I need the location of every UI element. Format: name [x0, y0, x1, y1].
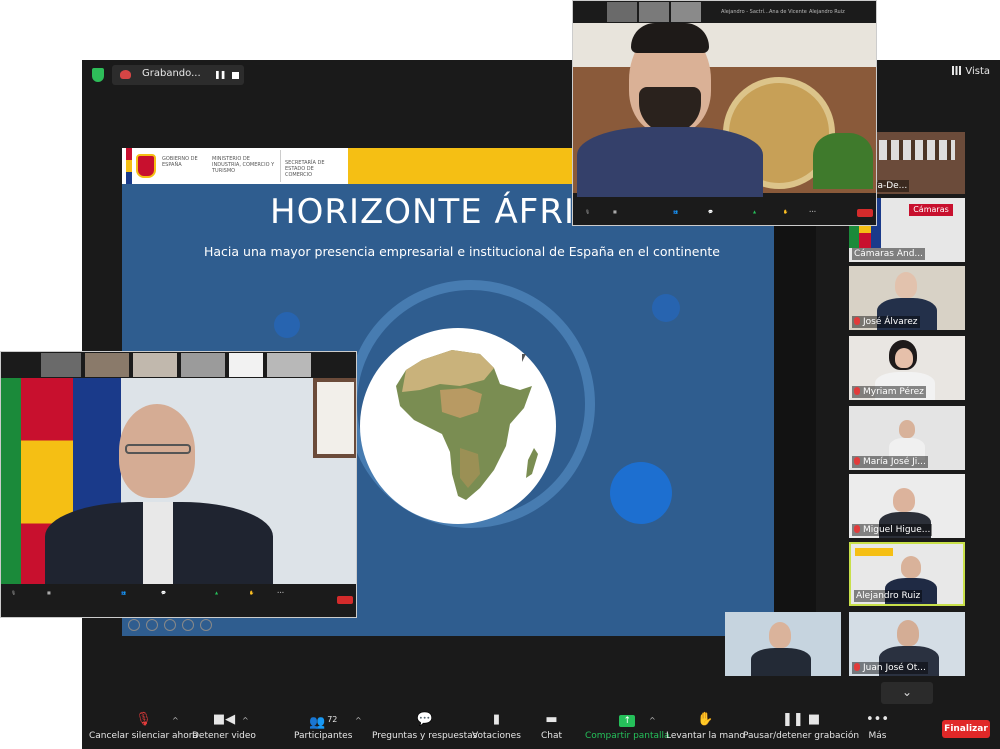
chat-icon: ▬ — [545, 712, 558, 727]
secretariat-label: SECRETARÍA DE ESTADO DE COMERCIO — [280, 150, 344, 182]
overlay-end-button[interactable] — [857, 209, 873, 217]
participant-name: Miguel Higue... — [852, 524, 933, 536]
mic-muted-icon — [854, 387, 860, 395]
gallery-tile[interactable]: María José Ji... — [849, 406, 965, 470]
polls-button[interactable]: ▮ Votaciones — [472, 712, 521, 741]
mic-muted-icon — [854, 663, 860, 671]
participant-name: Myriam Pérez — [852, 386, 926, 398]
gallery-tile[interactable]: Myriam Pérez — [849, 336, 965, 400]
spain-flag-strip — [126, 148, 132, 184]
participant-name: Juan José Ot... — [852, 662, 928, 674]
qa-button[interactable]: 💬 Preguntas y respuestas — [372, 712, 477, 741]
unmute-button[interactable]: 🎙 Cancelar silenciar ahora — [89, 712, 198, 741]
view-button[interactable]: Vista — [952, 66, 990, 77]
gallery-tile[interactable]: José Álvarez — [849, 266, 965, 330]
participant-name: María José Ji... — [852, 456, 928, 468]
mouse-pointer-icon — [522, 354, 530, 362]
meeting-toolbar: 🎙 Cancelar silenciar ahora ^ ■◀ Detener … — [82, 708, 1000, 749]
gallery-tile[interactable]: Juan José Ot... — [849, 612, 965, 676]
grid-view-icon — [952, 66, 962, 75]
mic-muted-icon — [854, 317, 860, 325]
mic-muted-icon: 🎙 — [135, 712, 152, 727]
gallery-tile[interactable] — [725, 612, 841, 676]
gov-label: GOBIERNO DE ESPAÑA — [162, 156, 198, 168]
screenshot-collage: Grabando... ❚❚ Vista GOBIERNO DE ESPAÑA … — [0, 0, 1000, 749]
audio-options-chevron-icon[interactable]: ^ — [172, 716, 179, 725]
cloud-record-icon — [120, 70, 131, 79]
end-meeting-button[interactable]: Finalizar — [942, 720, 990, 738]
presentation-controls — [128, 619, 224, 633]
raise-hand-icon: ✋ — [697, 712, 714, 727]
participants-options-chevron-icon[interactable]: ^ — [355, 716, 362, 725]
mic-muted-icon — [854, 525, 860, 533]
gallery-tile[interactable]: Miguel Higue... — [849, 474, 965, 538]
overlay-toolbar: 🎙 ■ 👥 💬 ▲ ✋ ••• — [1, 584, 356, 617]
pause-stop-icon: ❚❚ ■ — [781, 712, 821, 727]
overlay-thumb-strip — [1, 352, 356, 378]
share-screen-button[interactable]: ↑ Compartir pantalla — [585, 712, 670, 741]
share-options-chevron-icon[interactable]: ^ — [649, 716, 656, 725]
speaker-video — [573, 23, 876, 197]
stop-recording-icon[interactable] — [232, 72, 239, 79]
more-button[interactable]: ••• Más — [866, 712, 889, 741]
security-shield-icon[interactable] — [92, 68, 104, 82]
qa-bubbles-icon: 💬 — [416, 712, 433, 727]
more-dots-icon: ••• — [866, 712, 890, 727]
pause-recording-icon[interactable]: ❚❚ — [214, 70, 226, 79]
decor-dot — [274, 312, 300, 338]
overlay-speaker-window: Alejandro - Sactrí... Ana de Vicente Ale… — [572, 0, 877, 226]
decor-dot — [610, 462, 672, 524]
participant-name: Alejandro Ruiz — [854, 590, 923, 602]
participant-name: Cámaras And... — [852, 248, 926, 260]
participants-button[interactable]: 👥 72 Participantes — [294, 712, 352, 741]
gallery-scroll-down-button[interactable]: ⌄ — [881, 682, 933, 704]
polls-bar-icon: ▮ — [492, 712, 501, 727]
government-logo-block: GOBIERNO DE ESPAÑA MINISTERIO DE INDUSTR… — [122, 148, 348, 184]
video-options-chevron-icon[interactable]: ^ — [242, 716, 249, 725]
recording-indicator: Grabando... ❚❚ — [112, 65, 244, 85]
pause-stop-recording-button[interactable]: ❚❚ ■ Pausar/detener grabación — [743, 712, 859, 741]
overlay-speaker-window-2: 🎙 ■ 👥 💬 ▲ ✋ ••• — [0, 351, 357, 618]
recording-label: Grabando... — [142, 68, 201, 79]
chat-button[interactable]: ▬ Chat — [541, 712, 562, 741]
slide-subtitle: Hacia una mayor presencia empresarial e … — [204, 244, 720, 259]
share-screen-icon: ↑ — [619, 715, 636, 727]
ministry-label: MINISTERIO DE INDUSTRIA, COMERCIO Y TURI… — [212, 156, 275, 174]
slide-title: HORIZONTE ÁFRI — [270, 192, 575, 232]
overlay-end-button[interactable] — [337, 596, 353, 604]
gallery-tile-active-speaker[interactable]: Alejandro Ruiz — [849, 542, 965, 606]
chevron-down-icon: ⌄ — [901, 685, 913, 699]
mic-muted-icon — [854, 457, 860, 465]
raise-hand-button[interactable]: ✋ Levantar la mano — [666, 712, 745, 741]
participant-name: José Álvarez — [852, 316, 920, 328]
speaker-video — [1, 378, 356, 588]
overlay-toolbar: 🎙 ■ 👥 💬 ▲ ✋ ••• — [573, 203, 876, 225]
decor-dot — [652, 294, 680, 322]
overlay-thumb-strip: Alejandro - Sactrí... Ana de Vicente Ale… — [573, 1, 876, 23]
participants-icon: 👥 72 — [309, 715, 338, 730]
coat-of-arms-icon — [136, 154, 156, 178]
